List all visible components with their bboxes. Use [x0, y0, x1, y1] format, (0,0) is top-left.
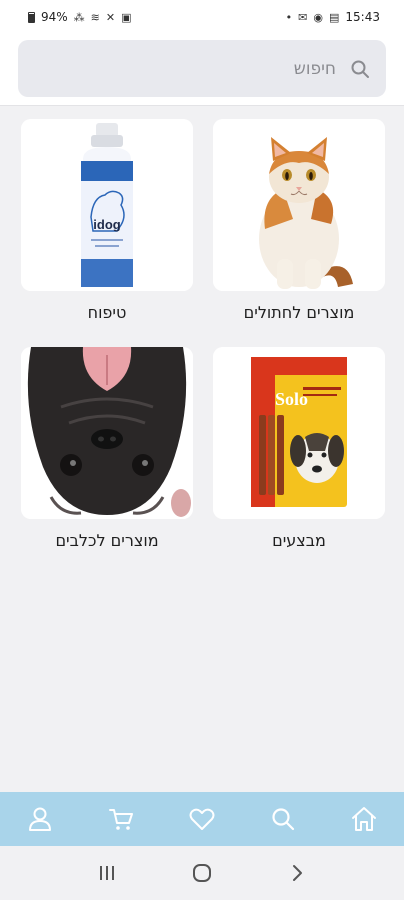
nfc-icon: ▣: [121, 10, 132, 24]
category-label-cats: מוצרים לחתולים: [243, 303, 355, 322]
nav-search-button[interactable]: [263, 799, 303, 839]
pug-photo: [21, 347, 193, 519]
dot-icon: •: [285, 10, 293, 24]
category-image-sales: Solo: [213, 347, 385, 519]
category-card-dogs[interactable]: מוצרים לכלבים: [21, 347, 193, 550]
nav-home-button[interactable]: [344, 799, 384, 839]
cat-photo: [213, 119, 385, 291]
category-label-grooming: טיפוח: [87, 303, 127, 322]
search-icon: [348, 57, 372, 81]
mail-icon: ✉: [298, 10, 308, 24]
wifi-icon: ≋: [90, 10, 100, 24]
status-right: • ✉ ◉ ▤ 15:43: [286, 10, 380, 24]
category-card-grooming[interactable]: idog טיפוח: [21, 119, 193, 322]
app-icon: ◉: [313, 10, 323, 24]
clock: 15:43: [345, 10, 380, 24]
category-label-dogs: מוצרים לכלבים: [55, 531, 159, 550]
category-label-sales: מבצעים: [272, 531, 326, 550]
nav-favorites-button[interactable]: [182, 799, 222, 839]
recents-icon: [100, 866, 115, 880]
heart-icon: [189, 808, 215, 830]
search-input[interactable]: חיפוש: [18, 40, 386, 97]
image-icon: ▤: [329, 10, 340, 24]
dog-treats-pack-photo: Solo: [213, 347, 385, 519]
header: חיפוש: [0, 34, 404, 106]
category-card-sales[interactable]: Solo מבצעים: [213, 347, 385, 550]
status-left: 94% ⁂ ≋ ✕ ▣: [28, 10, 132, 24]
battery-icon: [28, 11, 35, 23]
battery-percent: 94%: [41, 10, 68, 24]
user-icon: [29, 807, 52, 831]
cart-icon: [109, 809, 134, 830]
category-image-cats: [213, 119, 385, 291]
signal-icon: ⁂: [73, 10, 85, 24]
system-back-button[interactable]: [277, 853, 317, 893]
system-nav: [0, 846, 404, 900]
search-icon: [272, 808, 294, 831]
nav-cart-button[interactable]: [101, 799, 141, 839]
home-icon: [351, 807, 376, 831]
category-image-grooming: idog: [21, 119, 193, 291]
category-card-cats[interactable]: מוצרים לחתולים: [213, 119, 385, 322]
shampoo-bottle-photo: idog: [21, 119, 193, 291]
bottle-brand-text: idog: [93, 217, 120, 232]
search-placeholder: חיפוש: [293, 58, 336, 79]
system-home-button[interactable]: [182, 853, 222, 893]
pack-brand-text: Solo: [275, 389, 308, 409]
back-icon: [292, 865, 302, 881]
home-circle-icon: [192, 864, 211, 882]
status-bar: 94% ⁂ ≋ ✕ ▣ • ✉ ◉ ▤ 15:43: [0, 0, 404, 34]
mute-icon: ✕: [105, 10, 116, 24]
bottom-nav: [0, 792, 404, 846]
recents-button[interactable]: [87, 853, 127, 893]
category-image-dogs: [21, 347, 193, 519]
nav-user-button[interactable]: [20, 799, 60, 839]
